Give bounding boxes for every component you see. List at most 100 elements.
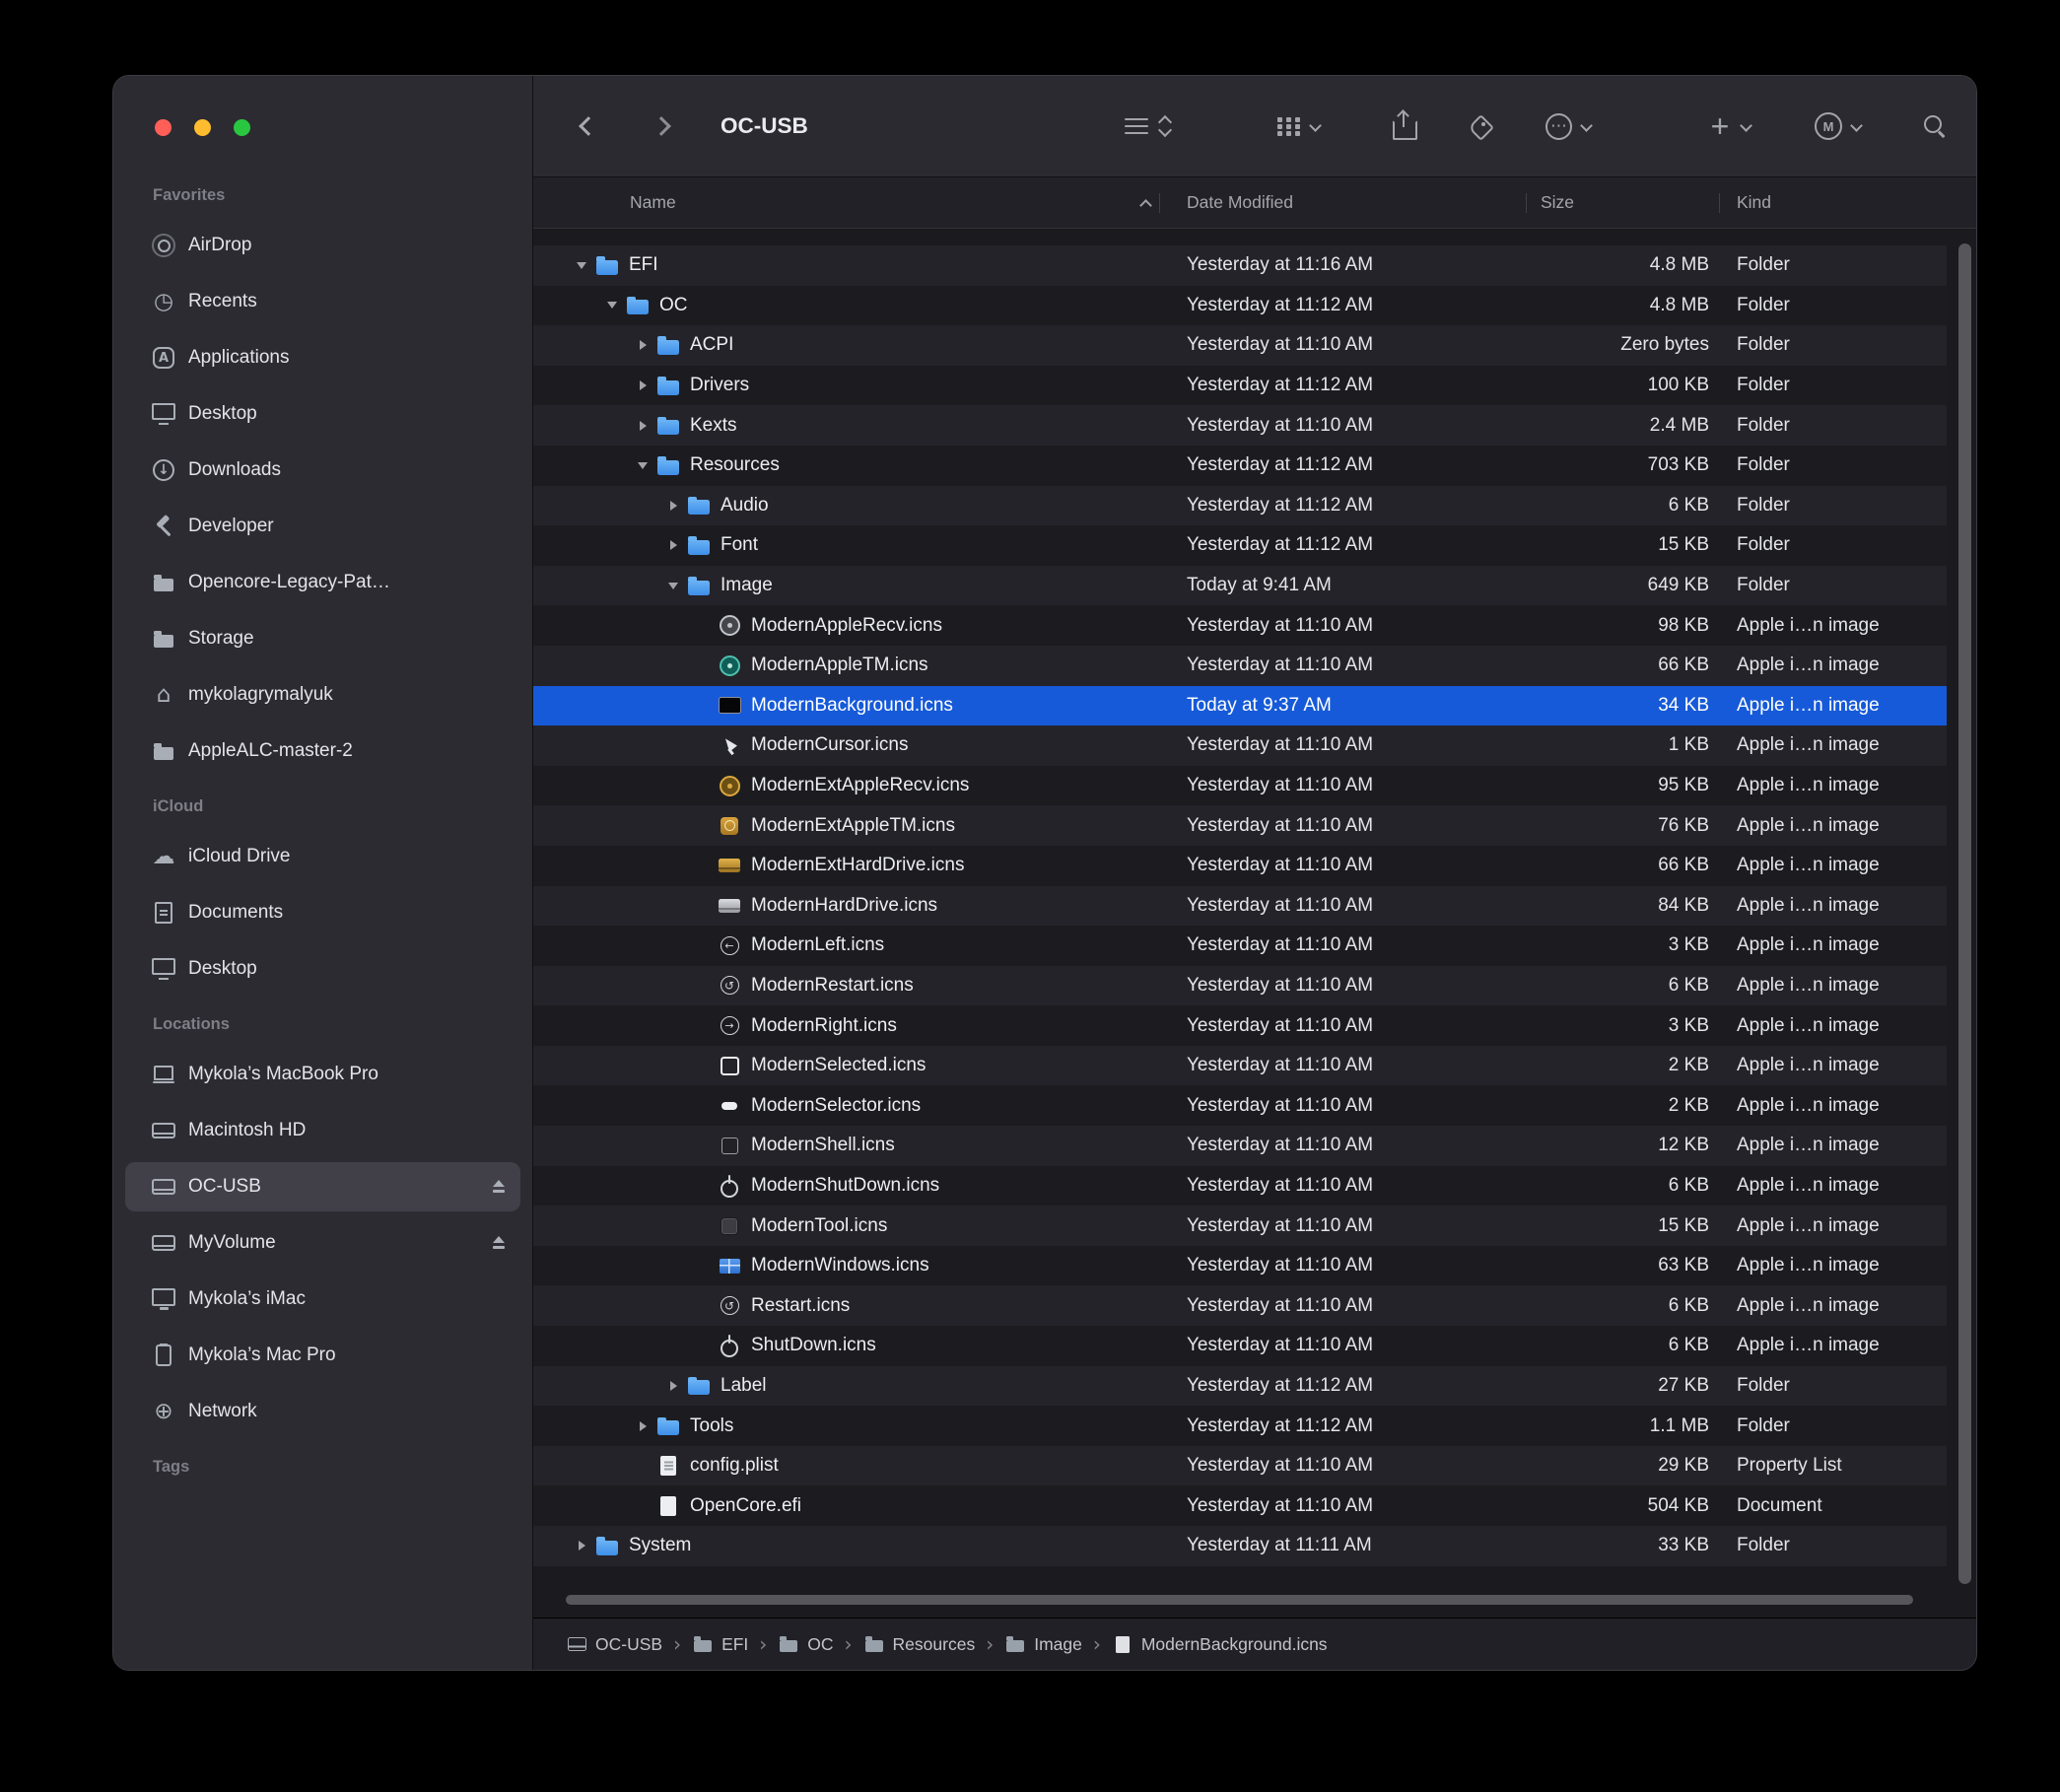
disclosure-triangle[interactable] [569,1533,594,1558]
file-date-modified: Yesterday at 11:10 AM [1179,1455,1526,1477]
sidebar-item-mykolagrymalyuk[interactable]: mykolagrymalyuk [125,670,520,720]
file-row-modernleft-icns[interactable]: ModernLeft.icns Yesterday at 11:10 AM 3 … [533,926,1947,966]
sidebar-item-icloud-drive[interactable]: iCloud Drive [125,832,520,881]
file-row-resources[interactable]: Resources Yesterday at 11:12 AM 703 KB F… [533,446,1947,486]
eject-icon[interactable] [489,1177,509,1197]
file-row-restart-icns[interactable]: Restart.icns Yesterday at 11:10 AM 6 KB … [533,1285,1947,1326]
file-row-shutdown-icns[interactable]: ShutDown.icns Yesterday at 11:10 AM 6 KB… [533,1326,1947,1366]
back-button[interactable] [569,106,608,146]
disclosure-triangle[interactable] [630,1413,655,1439]
minimize-button[interactable] [194,119,211,136]
more-actions-button[interactable] [1545,113,1592,140]
sidebar-item-airdrop[interactable]: AirDrop [125,221,520,270]
path-item-image[interactable]: Image [1004,1633,1082,1655]
sidebar-item-opencore-legacy-pat[interactable]: Opencore-Legacy-Pat… [125,558,520,607]
disclosure-triangle[interactable] [599,293,625,318]
search-icon [1921,112,1949,140]
sidebar-item-developer[interactable]: Developer [125,502,520,551]
eject-icon[interactable] [489,1233,509,1253]
search-button[interactable] [1921,112,1949,140]
file-row-tools[interactable]: Tools Yesterday at 11:12 AM 1.1 MB Folde… [533,1406,1947,1446]
sidebar-item-applealc-master-2[interactable]: AppleALC-master-2 [125,726,520,776]
disclosure-triangle[interactable] [660,532,686,558]
path-item-modernbackground-icns[interactable]: ModernBackground.icns [1112,1633,1328,1655]
sidebar-item-mykola-s-macbook-pro[interactable]: Mykola’s MacBook Pro [125,1050,520,1099]
column-header-size[interactable]: Size [1526,192,1719,213]
sidebar-item-documents[interactable]: Documents [125,888,520,937]
share-button[interactable] [1390,111,1417,141]
sidebar-item-network[interactable]: Network [125,1387,520,1436]
sidebar-item-mykola-s-mac-pro[interactable]: Mykola’s Mac Pro [125,1331,520,1380]
file-row-modernharddrive-icns[interactable]: ModernHardDrive.icns Yesterday at 11:10 … [533,886,1947,927]
column-header-name[interactable]: Name [533,192,1179,213]
sidebar-item-desktop[interactable]: Desktop [125,944,520,994]
path-item-resources[interactable]: Resources [863,1633,976,1655]
disclosure-triangle[interactable] [660,573,686,598]
path-item-efi[interactable]: EFI [692,1633,748,1655]
file-row-kexts[interactable]: Kexts Yesterday at 11:10 AM 2.4 MB Folde… [533,405,1947,446]
file-row-label[interactable]: Label Yesterday at 11:12 AM 27 KB Folder [533,1366,1947,1407]
file-row-drivers[interactable]: Drivers Yesterday at 11:12 AM 100 KB Fol… [533,366,1947,406]
file-name: ModernShutDown.icns [751,1175,939,1197]
disclosure-triangle[interactable] [630,413,655,439]
group-button[interactable] [1277,117,1321,136]
file-row-efi[interactable]: EFI Yesterday at 11:16 AM 4.8 MB Folder [533,245,1947,286]
file-row-modernwindows-icns[interactable]: ModernWindows.icns Yesterday at 11:10 AM… [533,1246,1947,1286]
sidebar-item-macintosh-hd[interactable]: Macintosh HD [125,1106,520,1155]
disclosure-triangle[interactable] [630,332,655,358]
file-row-modernappletm-icns[interactable]: ModernAppleTM.icns Yesterday at 11:10 AM… [533,646,1947,686]
account-button[interactable]: M [1815,112,1862,140]
close-button[interactable] [155,119,172,136]
file-row-opencore-efi[interactable]: OpenCore.efi Yesterday at 11:10 AM 504 K… [533,1485,1947,1526]
column-header-date-modified[interactable]: Date Modified [1179,192,1526,213]
sidebar-item-desktop[interactable]: Desktop [125,389,520,439]
file-row-modernextapplerecv-icns[interactable]: ModernExtAppleRecv.icns Yesterday at 11:… [533,766,1947,806]
file-row-modernselector-icns[interactable]: ModernSelector.icns Yesterday at 11:10 A… [533,1085,1947,1126]
sidebar-item-oc-usb[interactable]: OC-USB [125,1162,520,1211]
new-item-button[interactable] [1708,108,1751,144]
zoom-button[interactable] [234,119,250,136]
file-row-modernextharddrive-icns[interactable]: ModernExtHardDrive.icns Yesterday at 11:… [533,846,1947,886]
forward-button[interactable] [642,106,681,146]
sidebar-item-mykola-s-imac[interactable]: Mykola’s iMac [125,1275,520,1324]
file-row-moderntool-icns[interactable]: ModernTool.icns Yesterday at 11:10 AM 15… [533,1206,1947,1246]
file-row-system[interactable]: System Yesterday at 11:11 AM 33 KB Folde… [533,1526,1947,1566]
file-row-oc[interactable]: OC Yesterday at 11:12 AM 4.8 MB Folder [533,286,1947,326]
file-row-moderncursor-icns[interactable]: ModernCursor.icns Yesterday at 11:10 AM … [533,725,1947,766]
disclosure-triangle[interactable] [630,373,655,398]
file-row-modernshell-icns[interactable]: ModernShell.icns Yesterday at 11:10 AM 1… [533,1126,1947,1166]
disclosure-triangle [691,613,717,639]
file-row-modernright-icns[interactable]: ModernRight.icns Yesterday at 11:10 AM 3… [533,1005,1947,1046]
file-row-modernbackground-icns[interactable]: ModernBackground.icns Today at 9:37 AM 3… [533,686,1947,726]
file-row-acpi[interactable]: ACPI Yesterday at 11:10 AM Zero bytes Fo… [533,325,1947,366]
tag-button[interactable] [1467,113,1492,139]
file-row-audio[interactable]: Audio Yesterday at 11:12 AM 6 KB Folder [533,486,1947,526]
file-row-modernselected-icns[interactable]: ModernSelected.icns Yesterday at 11:10 A… [533,1046,1947,1086]
file-row-modernshutdown-icns[interactable]: ModernShutDown.icns Yesterday at 11:10 A… [533,1166,1947,1206]
chevron-down-icon [1309,120,1321,132]
sidebar-item-storage[interactable]: Storage [125,614,520,663]
horizontal-scrollbar[interactable] [566,1595,1913,1605]
file-row-font[interactable]: Font Yesterday at 11:12 AM 15 KB Folder [533,525,1947,566]
disclosure-triangle[interactable] [630,452,655,478]
disclosure-triangle [630,1453,655,1479]
sidebar-item-myvolume[interactable]: MyVolume [125,1218,520,1268]
file-row-modernapplerecv-icns[interactable]: ModernAppleRecv.icns Yesterday at 11:10 … [533,605,1947,646]
file-row-modernrestart-icns[interactable]: ModernRestart.icns Yesterday at 11:10 AM… [533,966,1947,1006]
sidebar-item-recents[interactable]: Recents [125,277,520,326]
view-mode-button[interactable] [1125,114,1171,138]
disclosure-triangle[interactable] [569,252,594,278]
sidebar-item-applications[interactable]: Applications [125,333,520,382]
path-item-oc-usb[interactable]: OC-USB [566,1633,662,1655]
file-name: ModernSelected.icns [751,1055,926,1076]
column-header-kind[interactable]: Kind [1719,192,1976,213]
sidebar-item-downloads[interactable]: Downloads [125,446,520,495]
file-row-config-plist[interactable]: config.plist Yesterday at 11:10 AM 29 KB… [533,1446,1947,1486]
file-date-modified: Yesterday at 11:10 AM [1179,1495,1526,1517]
path-item-oc[interactable]: OC [778,1633,833,1655]
file-row-modernextappletm-icns[interactable]: ModernExtAppleTM.icns Yesterday at 11:10… [533,805,1947,846]
file-row-image[interactable]: Image Today at 9:41 AM 649 KB Folder [533,566,1947,606]
vertical-scrollbar[interactable] [1958,243,1971,1584]
disclosure-triangle[interactable] [660,493,686,518]
disclosure-triangle[interactable] [660,1373,686,1399]
